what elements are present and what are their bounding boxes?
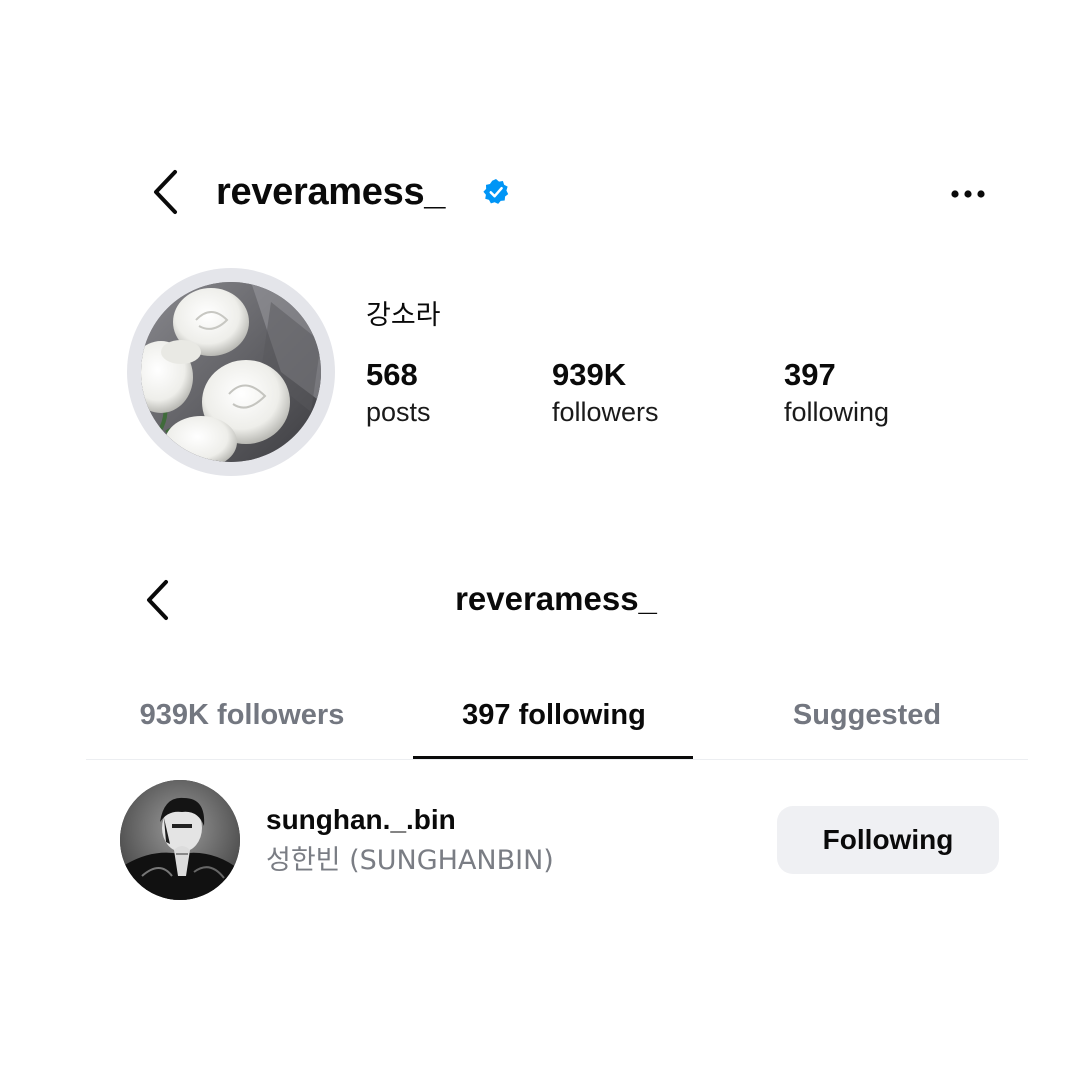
list-title: reveramess_	[455, 580, 657, 617]
posts-count: 568	[366, 357, 418, 392]
back-button[interactable]	[140, 166, 192, 218]
followers-label: followers	[552, 397, 659, 427]
following-stat[interactable]: 397 following	[784, 356, 889, 430]
tab-suggested[interactable]: Suggested	[726, 692, 1008, 738]
following-label: following	[784, 397, 890, 427]
following-button[interactable]: Following	[777, 806, 999, 874]
display-name: 강소라	[366, 300, 441, 331]
more-horizontal-icon	[951, 190, 985, 198]
following-count: 397	[784, 357, 836, 392]
posts-label: posts	[366, 397, 431, 427]
followers-stat[interactable]: 939K followers	[552, 356, 659, 430]
tab-followers[interactable]: 939K followers	[100, 692, 384, 738]
verified-badge-icon	[483, 179, 509, 204]
user-photo-image	[120, 780, 240, 900]
tabs-divider	[86, 759, 1028, 760]
profile-avatar[interactable]	[141, 282, 321, 462]
white-roses-image	[141, 282, 321, 462]
more-options-button[interactable]	[940, 174, 996, 214]
row-username[interactable]: sunghan._.bin	[266, 802, 456, 838]
posts-stat[interactable]: 568 posts	[366, 356, 431, 430]
followers-count: 939K	[552, 357, 627, 392]
profile-username: reveramess_	[216, 171, 446, 213]
user-avatar[interactable]	[120, 780, 240, 900]
row-full-name: 성한빈 (SUNGHANBIN)	[266, 845, 554, 876]
tab-following[interactable]: 397 following	[414, 692, 694, 738]
chevron-left-icon	[154, 170, 177, 214]
active-tab-indicator	[413, 756, 693, 759]
